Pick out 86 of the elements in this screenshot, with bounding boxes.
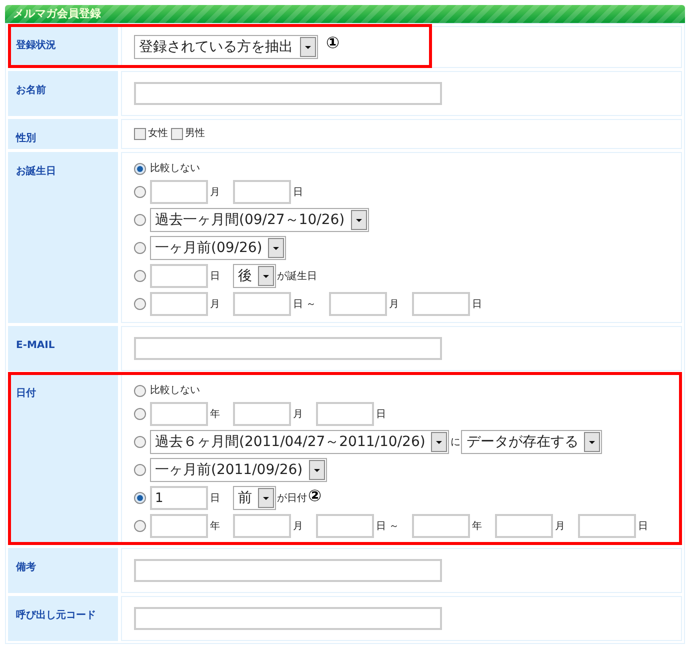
radio-button[interactable] [134, 520, 146, 532]
input-field[interactable] [233, 292, 291, 316]
input-field[interactable] [412, 292, 470, 316]
dropdown[interactable]: 前 [233, 486, 276, 510]
field-label: 呼び出し元コード [16, 610, 96, 621]
unit-label: 日 ～ [376, 520, 400, 534]
option-text: が日付 [277, 492, 307, 506]
field-label: 性別 [16, 133, 36, 144]
radio-button[interactable] [134, 384, 146, 396]
unit-label: 月 [555, 520, 566, 534]
checkbox[interactable] [134, 128, 146, 140]
input-field[interactable] [329, 292, 388, 316]
annotation-number: ② [308, 488, 322, 504]
radio-button[interactable] [134, 298, 146, 310]
checkbox-label: 女性 [148, 129, 168, 139]
unit-label: 日 ～ [293, 298, 316, 312]
text-field[interactable] [134, 337, 442, 360]
caret-icon [258, 266, 274, 286]
input-field[interactable] [578, 514, 636, 538]
radio-button[interactable] [134, 408, 146, 420]
unit-label: 日 [472, 298, 482, 312]
field-label: 日付 [16, 388, 36, 399]
field-label: 登録状況 [16, 40, 56, 51]
field-label: 備考 [16, 562, 36, 573]
input-field[interactable]: 1 [150, 486, 208, 510]
radio-button[interactable] [134, 492, 146, 504]
annotation-number: ① [326, 35, 340, 51]
field-label: お名前 [16, 85, 46, 96]
input-field[interactable] [150, 180, 208, 204]
radio-button[interactable] [134, 242, 146, 254]
input-field[interactable] [233, 402, 291, 426]
option-text: 比較しない [150, 384, 200, 398]
form-title: メルマガ会員登録 [13, 6, 101, 22]
unit-label: 年 [472, 520, 482, 534]
dropdown[interactable]: 登録されている方を抽出 [134, 35, 318, 59]
text-field[interactable] [134, 82, 442, 105]
dropdown[interactable]: 一ヶ月前(09/26) [150, 236, 286, 260]
input-field[interactable] [150, 264, 208, 288]
input-field[interactable] [233, 514, 291, 538]
radio-button[interactable] [134, 186, 146, 198]
unit-label: 日 [293, 186, 303, 200]
unit-label: 月 [293, 408, 303, 422]
input-field[interactable] [233, 180, 291, 204]
input-field[interactable] [412, 514, 470, 538]
unit-label: 日 [376, 408, 386, 422]
caret-icon [268, 238, 284, 258]
input-field[interactable] [150, 514, 208, 538]
option-text: が誕生日 [277, 270, 317, 284]
caret-icon [584, 432, 600, 452]
dropdown[interactable]: データが存在する [461, 430, 602, 454]
caret-icon [258, 488, 274, 508]
radio-button[interactable] [134, 436, 146, 448]
unit-label: 月 [210, 186, 220, 200]
checkbox[interactable] [171, 128, 183, 140]
input-field[interactable] [316, 402, 374, 426]
text-field[interactable] [134, 559, 442, 582]
unit-label: 日 [210, 270, 220, 284]
input-field[interactable] [495, 514, 554, 538]
radio-button[interactable] [134, 464, 146, 476]
radio-button[interactable] [134, 162, 146, 174]
unit-label: 年 [210, 408, 220, 422]
radio-button[interactable] [134, 214, 146, 226]
unit-label: 月 [389, 298, 400, 312]
caret-icon [308, 460, 325, 480]
dropdown[interactable]: 過去一ヶ月間(09/27～10/26) [150, 208, 369, 232]
input-field[interactable] [316, 514, 374, 538]
input-field[interactable] [150, 402, 208, 426]
unit-label: 日 [638, 520, 648, 534]
unit-label: 日 [210, 492, 220, 506]
unit-label: 月 [293, 520, 303, 534]
dropdown[interactable]: 過去６ヶ月間(2011/04/27～2011/10/26) [150, 430, 450, 454]
text-field[interactable] [134, 607, 442, 630]
radio-button[interactable] [134, 270, 146, 282]
option-text: 比較しない [150, 162, 200, 176]
input-field[interactable] [150, 292, 208, 316]
checkbox-label: 男性 [185, 129, 205, 139]
dropdown[interactable]: 後 [233, 264, 276, 288]
caret-icon [431, 432, 448, 452]
dropdown[interactable]: 一ヶ月前(2011/09/26) [150, 458, 327, 482]
option-text: に [450, 436, 460, 450]
unit-label: 年 [210, 520, 220, 534]
field-label: お誕生日 [16, 166, 56, 177]
caret-icon [350, 210, 367, 230]
field-label: E-MAIL [16, 340, 55, 351]
caret-icon [300, 37, 316, 57]
unit-label: 月 [210, 298, 220, 312]
